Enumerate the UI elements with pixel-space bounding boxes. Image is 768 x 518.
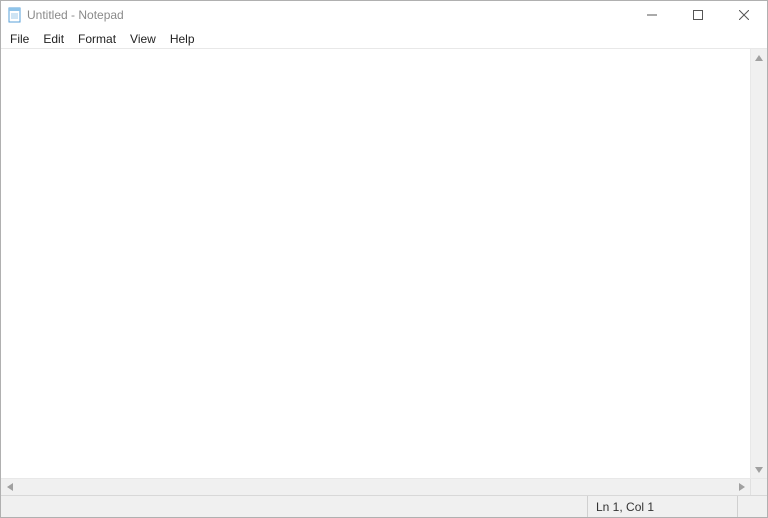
- scroll-right-icon[interactable]: [733, 479, 750, 496]
- notepad-window: Untitled - Notepad File Edit Format View…: [0, 0, 768, 518]
- text-editor[interactable]: [1, 49, 750, 478]
- scroll-corner: [750, 479, 767, 496]
- status-cursor-position: Ln 1, Col 1: [587, 496, 737, 517]
- scroll-up-icon[interactable]: [751, 49, 767, 66]
- status-grip: [737, 496, 767, 517]
- minimize-button[interactable]: [629, 1, 675, 29]
- menubar: File Edit Format View Help: [1, 29, 767, 49]
- titlebar: Untitled - Notepad: [1, 1, 767, 29]
- menu-edit[interactable]: Edit: [36, 30, 71, 48]
- notepad-icon: [7, 7, 23, 23]
- close-button[interactable]: [721, 1, 767, 29]
- vertical-scrollbar[interactable]: [750, 49, 767, 478]
- horizontal-scrollbar-row: [1, 478, 767, 495]
- scroll-down-icon[interactable]: [751, 461, 767, 478]
- menu-help[interactable]: Help: [163, 30, 202, 48]
- scroll-left-icon[interactable]: [1, 479, 18, 496]
- horizontal-scrollbar[interactable]: [1, 479, 750, 495]
- statusbar: Ln 1, Col 1: [1, 495, 767, 517]
- menu-format[interactable]: Format: [71, 30, 123, 48]
- menu-file[interactable]: File: [3, 30, 36, 48]
- editor-area: [1, 49, 767, 478]
- window-title: Untitled - Notepad: [27, 8, 124, 22]
- maximize-button[interactable]: [675, 1, 721, 29]
- menu-view[interactable]: View: [123, 30, 163, 48]
